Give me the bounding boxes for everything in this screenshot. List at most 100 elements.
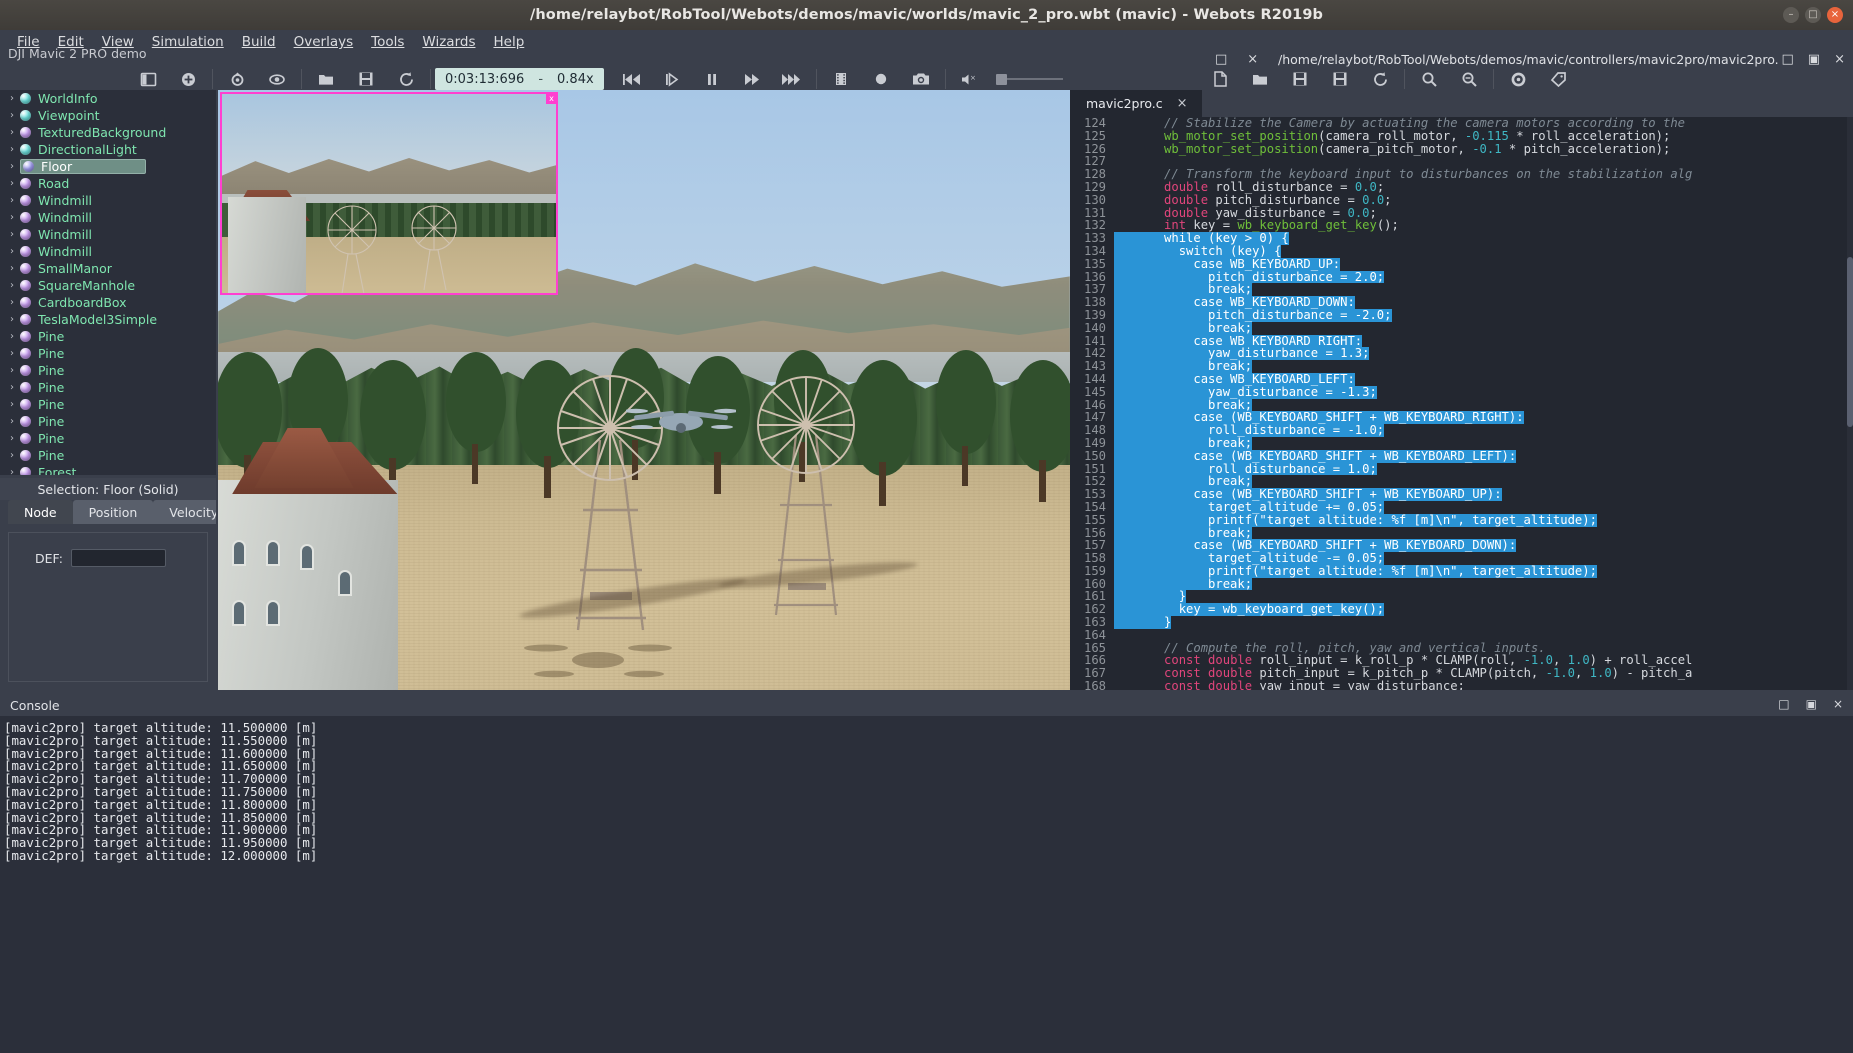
add-node-icon[interactable]: [168, 66, 208, 92]
tree-node-pine-21[interactable]: › Pine: [0, 447, 216, 464]
chevron-right-icon[interactable]: ›: [4, 399, 20, 410]
simulation-pane-close-icon[interactable]: ×: [1247, 52, 1258, 67]
reload-file-icon[interactable]: [1360, 66, 1400, 92]
code-line[interactable]: 160 break;: [1070, 577, 1853, 591]
chevron-right-icon[interactable]: ›: [4, 382, 20, 393]
find-replace-icon[interactable]: [1449, 66, 1489, 92]
save-icon[interactable]: [346, 66, 386, 92]
editor-tab-close-icon[interactable]: ×: [1177, 96, 1188, 111]
camera-icon[interactable]: [901, 66, 941, 92]
tree-node-pine-17[interactable]: › Pine: [0, 379, 216, 396]
console-maximize-icon[interactable]: ▣: [1806, 697, 1817, 711]
editor-pane-restore-icon[interactable]: □: [1782, 52, 1794, 67]
chevron-right-icon[interactable]: ›: [4, 365, 20, 376]
tree-node-windmill-6[interactable]: › Windmill: [0, 192, 216, 209]
editor-scrollbar-thumb[interactable]: [1847, 257, 1853, 427]
tree-node-worldinfo-0[interactable]: › WorldInfo: [0, 90, 216, 107]
tree-node-windmill-7[interactable]: › Windmill: [0, 209, 216, 226]
def-input[interactable]: [70, 549, 166, 567]
chevron-right-icon[interactable]: ›: [4, 297, 20, 308]
close-button[interactable]: ×: [1827, 7, 1843, 23]
code-line[interactable]: 162 key = wb_keyboard_get_key();: [1070, 603, 1853, 617]
chevron-right-icon[interactable]: ›: [4, 280, 20, 291]
tree-node-pine-18[interactable]: › Pine: [0, 396, 216, 413]
tree-node-forest-22[interactable]: › Forest: [0, 464, 216, 475]
run-fastest-icon[interactable]: [772, 66, 812, 92]
rewind-icon[interactable]: [612, 66, 652, 92]
editor-pane-close-icon[interactable]: ×: [1834, 52, 1845, 67]
tab-mavic2pro-c[interactable]: mavic2pro.c ×: [1070, 90, 1202, 117]
editor-vertical-scrollbar[interactable]: [1847, 117, 1853, 692]
tree-node-texturedbackground-2[interactable]: › TexturedBackground: [0, 124, 216, 141]
tree-node-squaremanhole-11[interactable]: › SquareManhole: [0, 277, 216, 294]
chevron-right-icon[interactable]: ›: [4, 314, 20, 325]
tree-node-pine-20[interactable]: › Pine: [0, 430, 216, 447]
chevron-right-icon[interactable]: ›: [4, 450, 20, 461]
tree-node-pine-19[interactable]: › Pine: [0, 413, 216, 430]
console-restore-icon[interactable]: □: [1778, 697, 1789, 711]
tree-node-pine-16[interactable]: › Pine: [0, 362, 216, 379]
chevron-right-icon[interactable]: ›: [4, 467, 20, 475]
tree-node-road-5[interactable]: › Road: [0, 175, 216, 192]
console-close-icon[interactable]: ×: [1833, 697, 1843, 711]
tree-node-pine-14[interactable]: › Pine: [0, 328, 216, 345]
new-file-icon[interactable]: [1200, 66, 1240, 92]
rotate-icon[interactable]: [217, 66, 257, 92]
tree-node-windmill-9[interactable]: › Windmill: [0, 243, 216, 260]
chevron-right-icon[interactable]: ›: [4, 195, 20, 206]
tree-node-teslamodel3simple-13[interactable]: › TeslaModel3Simple: [0, 311, 216, 328]
tree-node-smallmanor-10[interactable]: › SmallManor: [0, 260, 216, 277]
settings-icon[interactable]: [1498, 66, 1538, 92]
tree-node-floor-4[interactable]: › Floor: [0, 158, 216, 175]
code-content-area[interactable]: 124 // Stabilize the Camera by actuating…: [1070, 117, 1853, 692]
chevron-right-icon[interactable]: ›: [4, 178, 20, 189]
chevron-right-icon[interactable]: ›: [4, 229, 20, 240]
chevron-right-icon[interactable]: ›: [4, 331, 20, 342]
fast-forward-icon[interactable]: [732, 66, 772, 92]
step-icon[interactable]: [652, 66, 692, 92]
chevron-right-icon[interactable]: ›: [4, 110, 20, 121]
code-line[interactable]: 126 wb_motor_set_position(camera_pitch_m…: [1070, 142, 1853, 156]
tab-position[interactable]: Position: [72, 500, 154, 524]
tab-node[interactable]: Node: [8, 500, 73, 524]
find-icon[interactable]: [1409, 66, 1449, 92]
editor-pane-maximize-icon[interactable]: ▣: [1808, 52, 1820, 67]
save-all-icon[interactable]: [1320, 66, 1360, 92]
overlay-close-icon[interactable]: x: [546, 94, 556, 104]
chevron-right-icon[interactable]: ›: [4, 348, 20, 359]
chevron-right-icon[interactable]: ›: [4, 127, 20, 138]
scene-tree[interactable]: › WorldInfo › Viewpoint › TexturedBackground ›…: [0, 90, 216, 475]
volume-slider[interactable]: [995, 73, 1063, 85]
tag-icon[interactable]: [1538, 66, 1578, 92]
chevron-right-icon[interactable]: ›: [4, 433, 20, 444]
simulation-pane-maximize-icon[interactable]: □: [1215, 52, 1227, 67]
open-folder-icon[interactable]: [306, 66, 346, 92]
minimize-button[interactable]: –: [1783, 7, 1799, 23]
code-line[interactable]: 163 }: [1070, 616, 1853, 629]
open-file-icon[interactable]: [1240, 66, 1280, 92]
simulation-time-display[interactable]: 0:03:13:696 - 0.84x: [435, 68, 604, 90]
eye-icon[interactable]: [257, 66, 297, 92]
drone-camera-overlay[interactable]: x: [220, 92, 558, 295]
sidebar-toggle-icon[interactable]: [128, 66, 168, 92]
chevron-right-icon[interactable]: ›: [4, 93, 20, 104]
tree-node-directionallight-3[interactable]: › DirectionalLight: [0, 141, 216, 158]
chevron-right-icon[interactable]: ›: [4, 263, 20, 274]
pause-icon[interactable]: [692, 66, 732, 92]
left-pane-splitter[interactable]: [216, 90, 218, 692]
tree-node-cardboardbox-12[interactable]: › CardboardBox: [0, 294, 216, 311]
3d-viewport[interactable]: x: [218, 90, 1070, 692]
chevron-right-icon[interactable]: ›: [4, 161, 20, 172]
chevron-right-icon[interactable]: ›: [4, 212, 20, 223]
maximize-button[interactable]: □: [1805, 7, 1821, 23]
sound-muted-icon[interactable]: ×: [950, 66, 990, 92]
film-icon[interactable]: [821, 66, 861, 92]
reload-icon[interactable]: [386, 66, 426, 92]
chevron-right-icon[interactable]: ›: [4, 416, 20, 427]
tree-node-pine-15[interactable]: › Pine: [0, 345, 216, 362]
console-output[interactable]: [mavic2pro] target altitude: 11.500000 […: [0, 716, 1853, 863]
save-file-icon[interactable]: [1280, 66, 1320, 92]
tree-node-viewpoint-1[interactable]: › Viewpoint: [0, 107, 216, 124]
tree-node-windmill-8[interactable]: › Windmill: [0, 226, 216, 243]
chevron-right-icon[interactable]: ›: [4, 246, 20, 257]
